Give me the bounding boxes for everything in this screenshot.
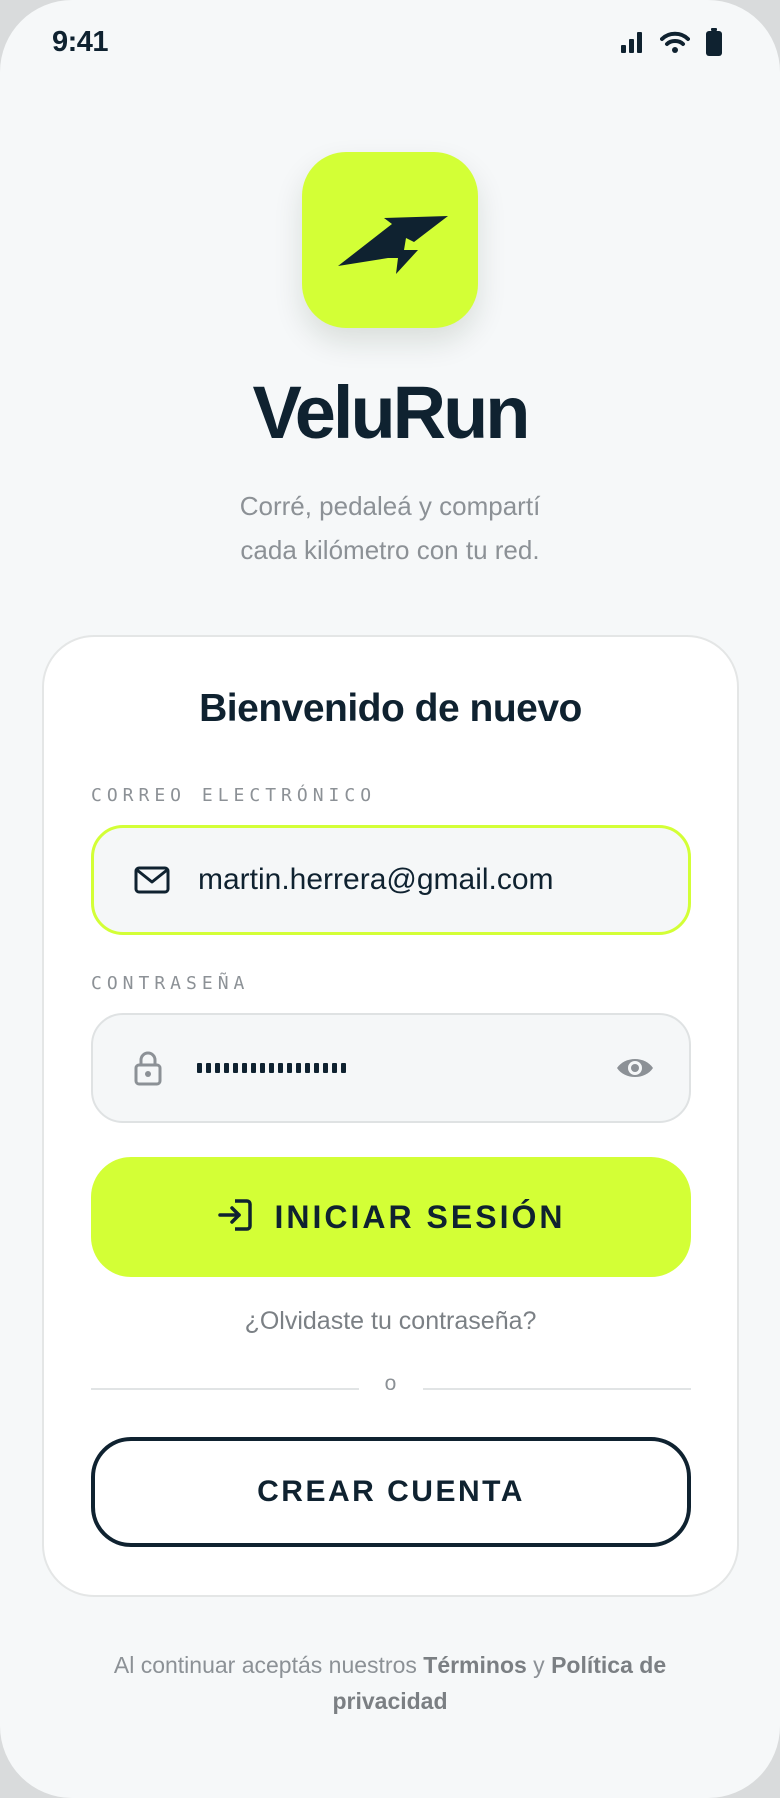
app-logo [302, 152, 478, 328]
email-value: martin.herrera@gmail.com [198, 863, 554, 896]
legal-joiner: y [526, 1652, 552, 1678]
eye-icon[interactable] [615, 1055, 655, 1081]
legal-prefix: Al continuar aceptás nuestros [113, 1652, 424, 1678]
divider-text: o [384, 1372, 397, 1395]
lock-icon [133, 1050, 163, 1086]
mail-icon [134, 866, 170, 894]
password-mask-dot [215, 1063, 220, 1073]
password-mask-dot [341, 1063, 346, 1073]
password-dots [197, 1063, 346, 1073]
tagline: Corré, pedaleá y compartí cada kilómetro… [190, 484, 590, 572]
status-icons [620, 28, 722, 56]
status-time: 9:41 [52, 26, 109, 58]
password-mask-dot [251, 1063, 256, 1073]
password-label: CONTRASEÑA [91, 973, 250, 994]
email-field[interactable]: martin.herrera@gmail.com [91, 825, 691, 935]
login-button[interactable]: INICIAR SESIÓN [91, 1157, 691, 1277]
password-mask-dot [332, 1063, 337, 1073]
password-mask-dot [278, 1063, 283, 1073]
password-mask-dot [197, 1063, 202, 1073]
app-name: VeluRun [252, 371, 530, 454]
create-account-label: CREAR CUENTA [257, 1475, 525, 1508]
terms-link[interactable]: Términos [423, 1652, 527, 1678]
password-field[interactable] [91, 1013, 691, 1123]
password-mask-dot [206, 1063, 211, 1073]
password-mask-dot [233, 1063, 238, 1073]
password-mask-dot [323, 1063, 328, 1073]
forgot-password-link[interactable]: ¿Olvidaste tu contraseña? [44, 1307, 737, 1336]
tagline-line-1: Corré, pedaleá y compartí [239, 491, 541, 521]
password-mask-dot [242, 1063, 247, 1073]
legal-notice: Al continuar aceptás nuestros Términos y… [90, 1647, 690, 1719]
password-mask-dot [314, 1063, 319, 1073]
login-button-label: INICIAR SESIÓN [274, 1198, 566, 1235]
password-mask-dot [260, 1063, 265, 1073]
email-label: CORREO ELECTRÓNICO [91, 785, 377, 806]
tagline-line-2: cada kilómetro con tu red. [240, 535, 540, 565]
password-mask-dot [224, 1063, 229, 1073]
password-mask-dot [305, 1063, 310, 1073]
login-card: Bienvenido de nuevo CORREO ELECTRÓNICO m… [42, 635, 739, 1597]
password-mask-dot [296, 1063, 301, 1073]
battery-icon [706, 28, 722, 56]
login-icon [217, 1197, 253, 1238]
divider-line-right [423, 1388, 691, 1390]
create-account-button[interactable]: CREAR CUENTA [91, 1437, 691, 1547]
card-title: Bienvenido de nuevo [199, 687, 582, 730]
phone-screen: 9:41 VeluRun Corré, pedaleá y compartí c… [0, 0, 780, 1798]
lightning-bolt-icon [338, 216, 448, 274]
password-mask-dot [269, 1063, 274, 1073]
wifi-icon [660, 31, 690, 53]
password-mask-dot [287, 1063, 292, 1073]
signal-icon [620, 31, 644, 53]
